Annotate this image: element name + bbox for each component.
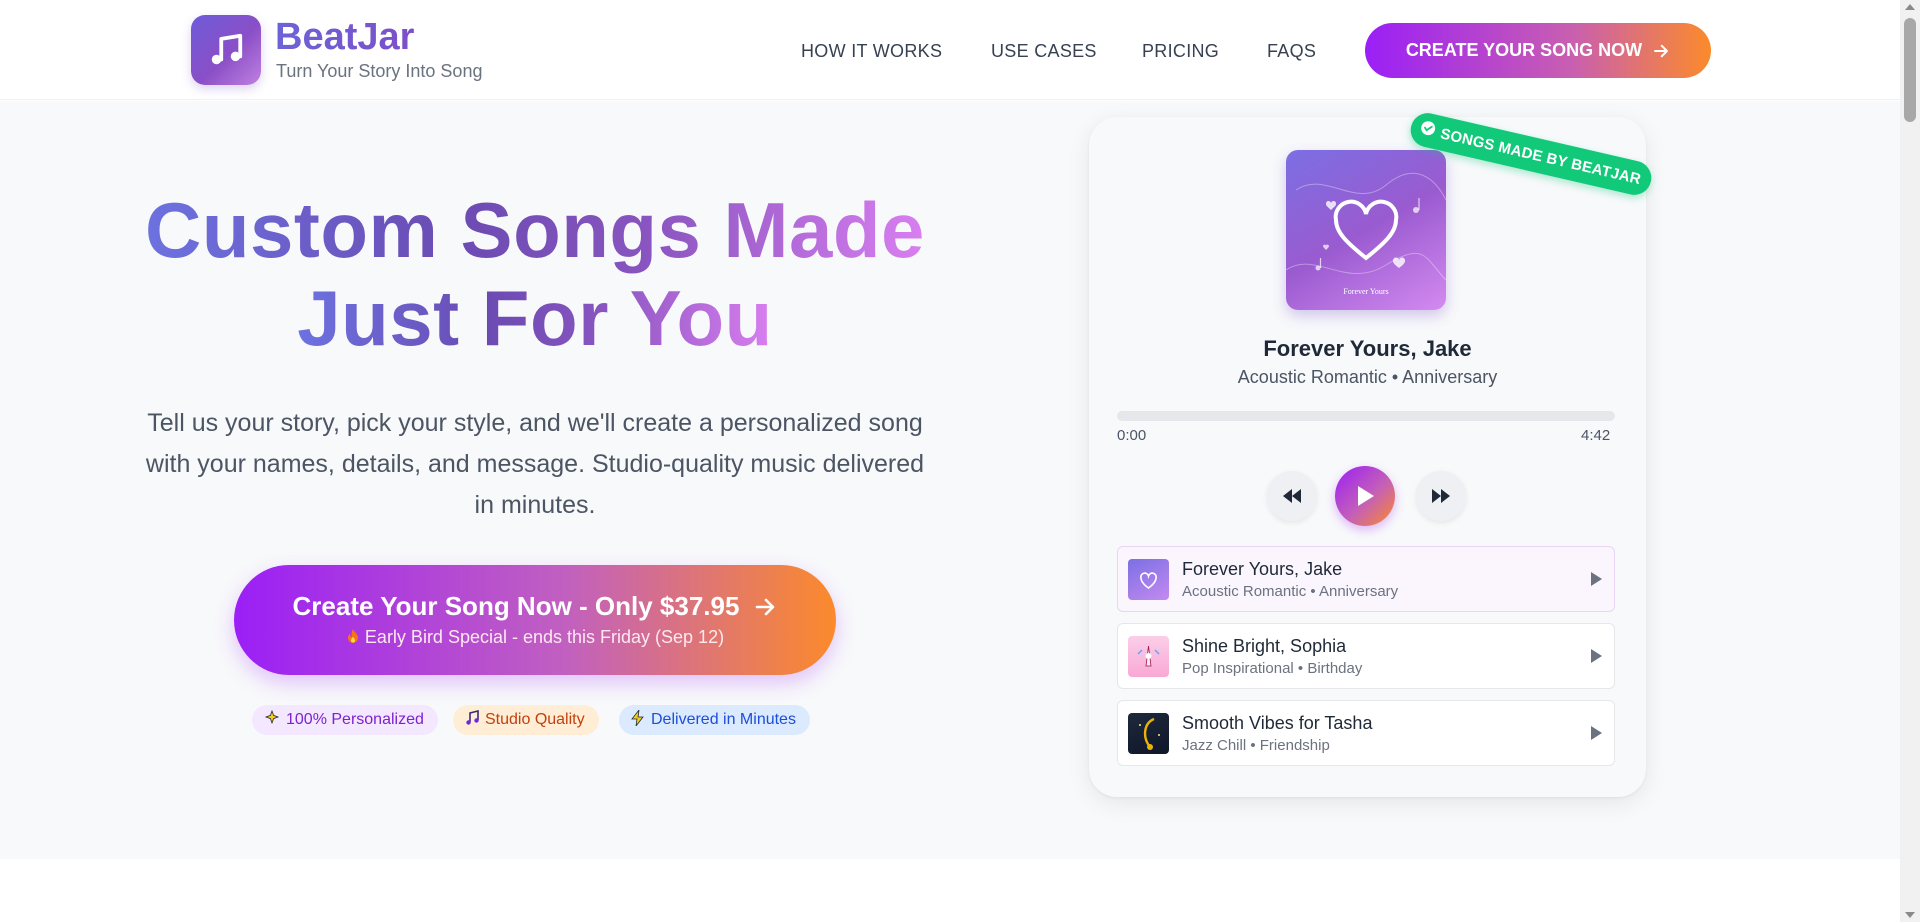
badge-personalized: 100% Personalized <box>252 705 438 735</box>
track-title: Smooth Vibes for Tasha <box>1182 713 1373 733</box>
play-icon <box>1358 486 1374 506</box>
check-circle-icon <box>1419 120 1437 141</box>
nav-use-cases[interactable]: USE CASES <box>991 40 1097 62</box>
create-song-header-label: CREATE YOUR SONG NOW <box>1405 40 1643 60</box>
cover-caption: Forever Yours <box>1343 287 1388 296</box>
cta-main-label: Create Your Song Now - Only $37.95 <box>292 591 740 621</box>
track-title: Forever Yours, Jake <box>1182 559 1343 579</box>
track-subtitle: Pop Inspirational • Birthday <box>1182 660 1363 677</box>
arrow-right-icon <box>756 598 775 615</box>
rewind-button[interactable] <box>1267 471 1317 521</box>
progress-bar[interactable] <box>1117 411 1615 421</box>
fast-forward-button[interactable] <box>1416 471 1466 521</box>
play-icon[interactable] <box>1591 649 1602 663</box>
track-title: Shine Bright, Sophia <box>1182 636 1347 656</box>
rewind-icon <box>1283 489 1301 503</box>
nav-how-it-works[interactable]: HOW IT WORKS <box>801 40 942 62</box>
nav-pricing[interactable]: PRICING <box>1142 40 1219 62</box>
lightning-icon <box>631 708 645 731</box>
track-item[interactable]: Shine Bright, Sophia Pop Inspirational •… <box>1117 623 1615 689</box>
create-song-main-button[interactable]: Create Your Song Now - Only $37.95 Early… <box>234 565 836 675</box>
badge-label: Studio Quality <box>485 711 585 728</box>
headline-line-2: Just For You <box>297 274 773 362</box>
nav-faqs[interactable]: FAQS <box>1267 40 1316 62</box>
site-header: BeatJar Turn Your Story Into Song HOW IT… <box>0 0 1900 100</box>
track-subtitle: Acoustic Romantic • Anniversary <box>1182 583 1399 600</box>
hero-subtext: Tell us your story, pick your style, and… <box>145 409 925 519</box>
brand-tagline: Turn Your Story Into Song <box>276 61 483 81</box>
now-playing-title: Forever Yours, Jake <box>1263 336 1472 361</box>
brand-name[interactable]: BeatJar <box>275 16 414 58</box>
track-thumbnail <box>1128 636 1169 677</box>
heart-cover-art: Forever Yours <box>1286 172 1446 296</box>
duration: 4:42 <box>1581 427 1611 444</box>
fast-forward-icon <box>1432 489 1450 503</box>
create-song-header-button[interactable]: CREATE YOUR SONG NOW <box>1365 23 1711 78</box>
logo-icon[interactable] <box>191 15 261 85</box>
scroll-down-icon[interactable] <box>1905 912 1915 918</box>
fire-icon <box>346 627 365 647</box>
track-thumbnail <box>1128 713 1169 754</box>
cta-main-sublabel: Early Bird Special - ends this Friday (S… <box>364 627 725 647</box>
badge-label: Delivered in Minutes <box>651 711 796 728</box>
now-playing-subtitle: Acoustic Romantic • Anniversary <box>1237 367 1498 387</box>
track-item[interactable]: Smooth Vibes for Tasha Jazz Chill • Frie… <box>1117 700 1615 766</box>
hero-headline: Custom Songs Made Just For You <box>100 186 970 362</box>
badge-studio-quality: Studio Quality <box>453 705 599 735</box>
next-section <box>0 859 1900 922</box>
play-icon[interactable] <box>1591 726 1602 740</box>
headline-line-1: Custom Songs Made <box>145 186 925 274</box>
track-item[interactable]: Forever Yours, Jake Acoustic Romantic • … <box>1117 546 1615 612</box>
scroll-up-icon[interactable] <box>1905 4 1915 10</box>
play-button[interactable] <box>1335 466 1395 526</box>
sparkle-icon <box>264 709 280 731</box>
arrow-right-icon <box>1654 44 1669 57</box>
play-icon[interactable] <box>1591 572 1602 586</box>
page-scrollbar[interactable] <box>1900 0 1920 922</box>
album-cover: Forever Yours <box>1286 150 1446 310</box>
badge-label: 100% Personalized <box>286 711 424 728</box>
scrollbar-thumb[interactable] <box>1904 18 1916 122</box>
track-subtitle: Jazz Chill • Friendship <box>1182 737 1330 754</box>
music-note-icon <box>465 709 479 731</box>
current-time: 0:00 <box>1117 427 1147 444</box>
badge-delivered-in-minutes: Delivered in Minutes <box>619 705 810 735</box>
track-thumbnail <box>1128 559 1169 600</box>
music-note-icon <box>211 33 243 65</box>
